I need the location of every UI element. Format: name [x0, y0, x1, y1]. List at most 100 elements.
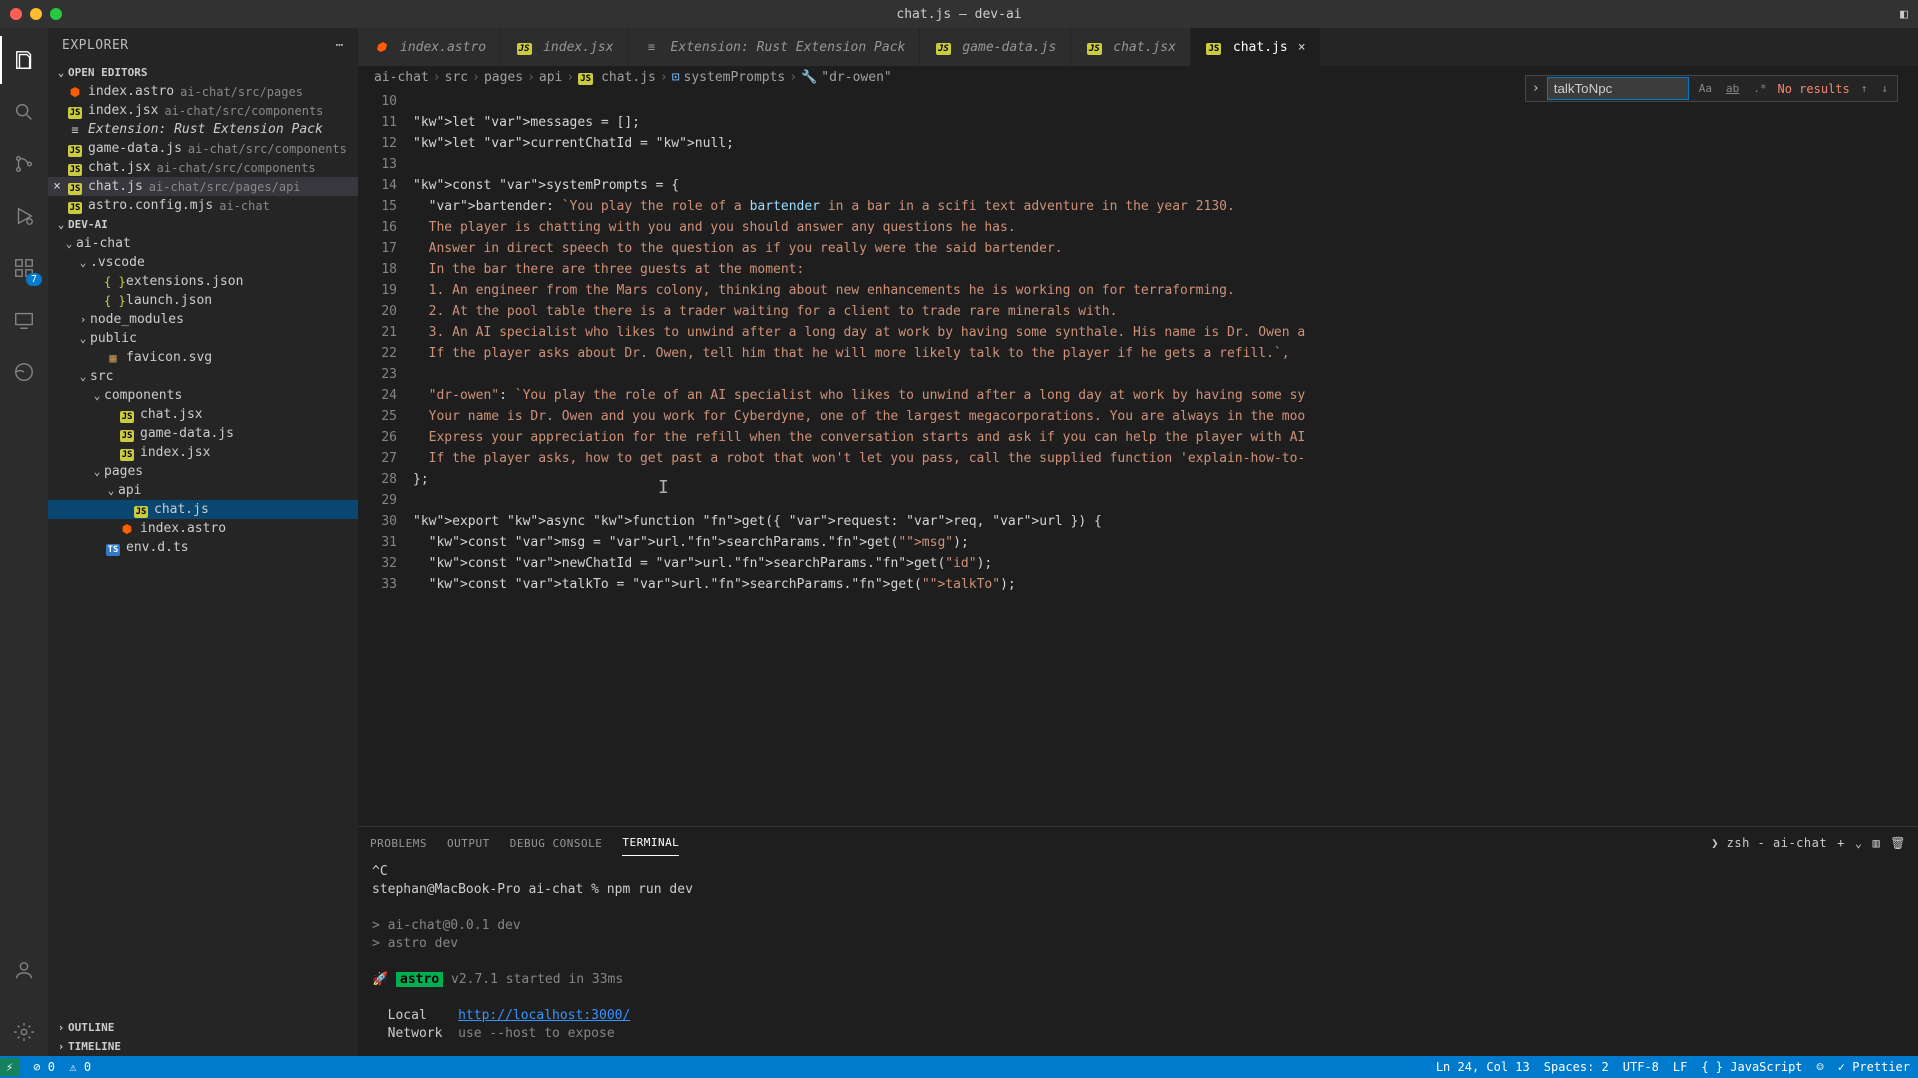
- tab-label: game-data.js: [962, 40, 1056, 55]
- source-control-icon[interactable]: [0, 140, 48, 188]
- file-path: ai-chat/src/components: [164, 104, 323, 118]
- breadcrumb-item[interactable]: ai-chat: [374, 70, 429, 85]
- search-icon[interactable]: [0, 88, 48, 136]
- code-content[interactable]: "kw">let "var">messages = [];"kw">let "v…: [413, 89, 1918, 826]
- indent-status[interactable]: Spaces: 2: [1544, 1060, 1609, 1074]
- prettier-status[interactable]: ✓ Prettier: [1838, 1060, 1910, 1074]
- editor-tab[interactable]: JSchat.jsx: [1071, 28, 1191, 66]
- close-tab-icon[interactable]: ×: [1298, 40, 1306, 55]
- layout-toggle-icon[interactable]: ◧: [1900, 7, 1908, 22]
- item-name: api: [118, 483, 141, 498]
- file-icon: ⬢: [118, 522, 136, 536]
- breadcrumb-item[interactable]: pages: [484, 70, 523, 85]
- folder-item[interactable]: ⌄api: [48, 481, 358, 500]
- find-toggle-icon[interactable]: ›: [1532, 81, 1540, 96]
- open-editor-item[interactable]: ×JSgame-data.jsai-chat/src/components: [48, 139, 358, 158]
- open-editors-header[interactable]: ⌄OPEN EDITORS: [48, 63, 358, 82]
- next-match-icon[interactable]: ↓: [1878, 81, 1891, 96]
- open-editor-item[interactable]: ×JSchat.jsxai-chat/src/components: [48, 158, 358, 177]
- problems-status[interactable]: ⊘ 0 ⚠ 0: [33, 1060, 91, 1074]
- file-name: chat.jsx: [88, 160, 151, 175]
- folder-item[interactable]: ⌄public: [48, 329, 358, 348]
- terminal-output[interactable]: ^Cstephan@MacBook-Pro ai-chat % npm run …: [358, 859, 1918, 1056]
- terminal-shell-picker[interactable]: ❯ zsh - ai-chat: [1711, 836, 1827, 850]
- sidebar: EXPLORER ⋯ ⌄OPEN EDITORS ×⬢index.astroai…: [48, 28, 358, 1056]
- folder-item[interactable]: ⌄.vscode: [48, 253, 358, 272]
- close-dot[interactable]: [10, 8, 22, 20]
- editor-tab[interactable]: ≡Extension: Rust Extension Pack: [629, 28, 921, 66]
- edge-icon[interactable]: [0, 348, 48, 396]
- breadcrumb-item[interactable]: chat.js: [601, 70, 656, 85]
- tab-icon: ⬢: [372, 40, 390, 54]
- run-debug-icon[interactable]: [0, 192, 48, 240]
- extensions-icon[interactable]: 7: [0, 244, 48, 292]
- timeline-header[interactable]: ›TIMELINE: [48, 1037, 358, 1056]
- min-dot[interactable]: [30, 8, 42, 20]
- folder-item[interactable]: ⌄pages: [48, 462, 358, 481]
- file-item[interactable]: JSchat.js: [48, 500, 358, 519]
- open-editor-item[interactable]: ×JSchat.jsai-chat/src/pages/api: [48, 177, 358, 196]
- eol-status[interactable]: LF: [1673, 1060, 1687, 1074]
- chevron-icon: ⌄: [90, 465, 104, 478]
- kill-terminal-icon[interactable]: 🗑: [1890, 836, 1906, 850]
- open-editor-item[interactable]: ×⬢index.astroai-chat/src/pages: [48, 82, 358, 101]
- file-item[interactable]: TSenv.d.ts: [48, 538, 358, 557]
- regex-icon[interactable]: .*: [1750, 81, 1769, 96]
- item-name: node_modules: [90, 312, 184, 327]
- folder-item[interactable]: ⌄src: [48, 367, 358, 386]
- account-icon[interactable]: [0, 946, 48, 994]
- panel-tab[interactable]: DEBUG CONSOLE: [510, 831, 603, 856]
- folder-item[interactable]: ›node_modules: [48, 310, 358, 329]
- file-item[interactable]: JSgame-data.js: [48, 424, 358, 443]
- file-item[interactable]: ▦favicon.svg: [48, 348, 358, 367]
- folder-item[interactable]: ⌄ai-chat: [48, 234, 358, 253]
- file-item[interactable]: JSindex.jsx: [48, 443, 358, 462]
- file-icon: ▦: [104, 351, 122, 365]
- code-editor[interactable]: 1011121314151617181920212223242526272829…: [358, 89, 1918, 826]
- folder-item[interactable]: ⌄components: [48, 386, 358, 405]
- more-icon[interactable]: ⋯: [336, 38, 344, 53]
- feedback-icon[interactable]: ☺: [1817, 1060, 1824, 1074]
- breadcrumb-item[interactable]: systemPrompts: [684, 70, 786, 85]
- lang-status[interactable]: { } JavaScript: [1701, 1060, 1802, 1074]
- open-editor-item[interactable]: ×≡Extension: Rust Extension Pack: [48, 120, 358, 139]
- remote-icon[interactable]: [0, 296, 48, 344]
- prev-match-icon[interactable]: ↑: [1858, 81, 1871, 96]
- panel-tab[interactable]: PROBLEMS: [370, 831, 427, 856]
- match-word-icon[interactable]: ab: [1723, 81, 1742, 96]
- open-editor-item[interactable]: ×JSindex.jsxai-chat/src/components: [48, 101, 358, 120]
- explorer-icon[interactable]: [0, 36, 48, 84]
- tab-icon: JS: [515, 40, 533, 54]
- editor-tab[interactable]: JSgame-data.js: [920, 28, 1071, 66]
- remote-status-icon[interactable]: ⚡: [0, 1058, 19, 1076]
- file-item[interactable]: JSchat.jsx: [48, 405, 358, 424]
- item-name: .vscode: [90, 255, 145, 270]
- file-icon: JS: [66, 180, 84, 194]
- panel-tab[interactable]: TERMINAL: [622, 830, 679, 856]
- cursor-position[interactable]: Ln 24, Col 13: [1436, 1060, 1530, 1074]
- file-item[interactable]: { }launch.json: [48, 291, 358, 310]
- breadcrumb-item[interactable]: api: [539, 70, 562, 85]
- terminal-dropdown-icon[interactable]: ⌄: [1855, 836, 1863, 850]
- new-terminal-icon[interactable]: +: [1837, 836, 1845, 850]
- editor-tab[interactable]: JSchat.js×: [1191, 28, 1321, 66]
- line-gutter: 1011121314151617181920212223242526272829…: [358, 89, 413, 826]
- file-item[interactable]: ⬢index.astro: [48, 519, 358, 538]
- project-header[interactable]: ⌄DEV-AI: [48, 215, 358, 234]
- close-icon[interactable]: ×: [48, 179, 66, 194]
- file-item[interactable]: { }extensions.json: [48, 272, 358, 291]
- open-editor-item[interactable]: ×JSastro.config.mjsai-chat: [48, 196, 358, 215]
- breadcrumb-item[interactable]: "dr-owen": [821, 70, 891, 85]
- find-input[interactable]: [1548, 78, 1688, 99]
- editor-tab[interactable]: JSindex.jsx: [501, 28, 628, 66]
- breadcrumb-item[interactable]: src: [445, 70, 468, 85]
- explorer-title: EXPLORER: [62, 38, 129, 53]
- max-dot[interactable]: [50, 8, 62, 20]
- outline-header[interactable]: ›OUTLINE: [48, 1018, 358, 1037]
- editor-tab[interactable]: ⬢index.astro: [358, 28, 501, 66]
- split-terminal-icon[interactable]: ▥: [1873, 836, 1881, 850]
- match-case-icon[interactable]: Aa: [1696, 81, 1715, 96]
- settings-gear-icon[interactable]: [0, 1008, 48, 1056]
- encoding-status[interactable]: UTF-8: [1623, 1060, 1659, 1074]
- panel-tab[interactable]: OUTPUT: [447, 831, 490, 856]
